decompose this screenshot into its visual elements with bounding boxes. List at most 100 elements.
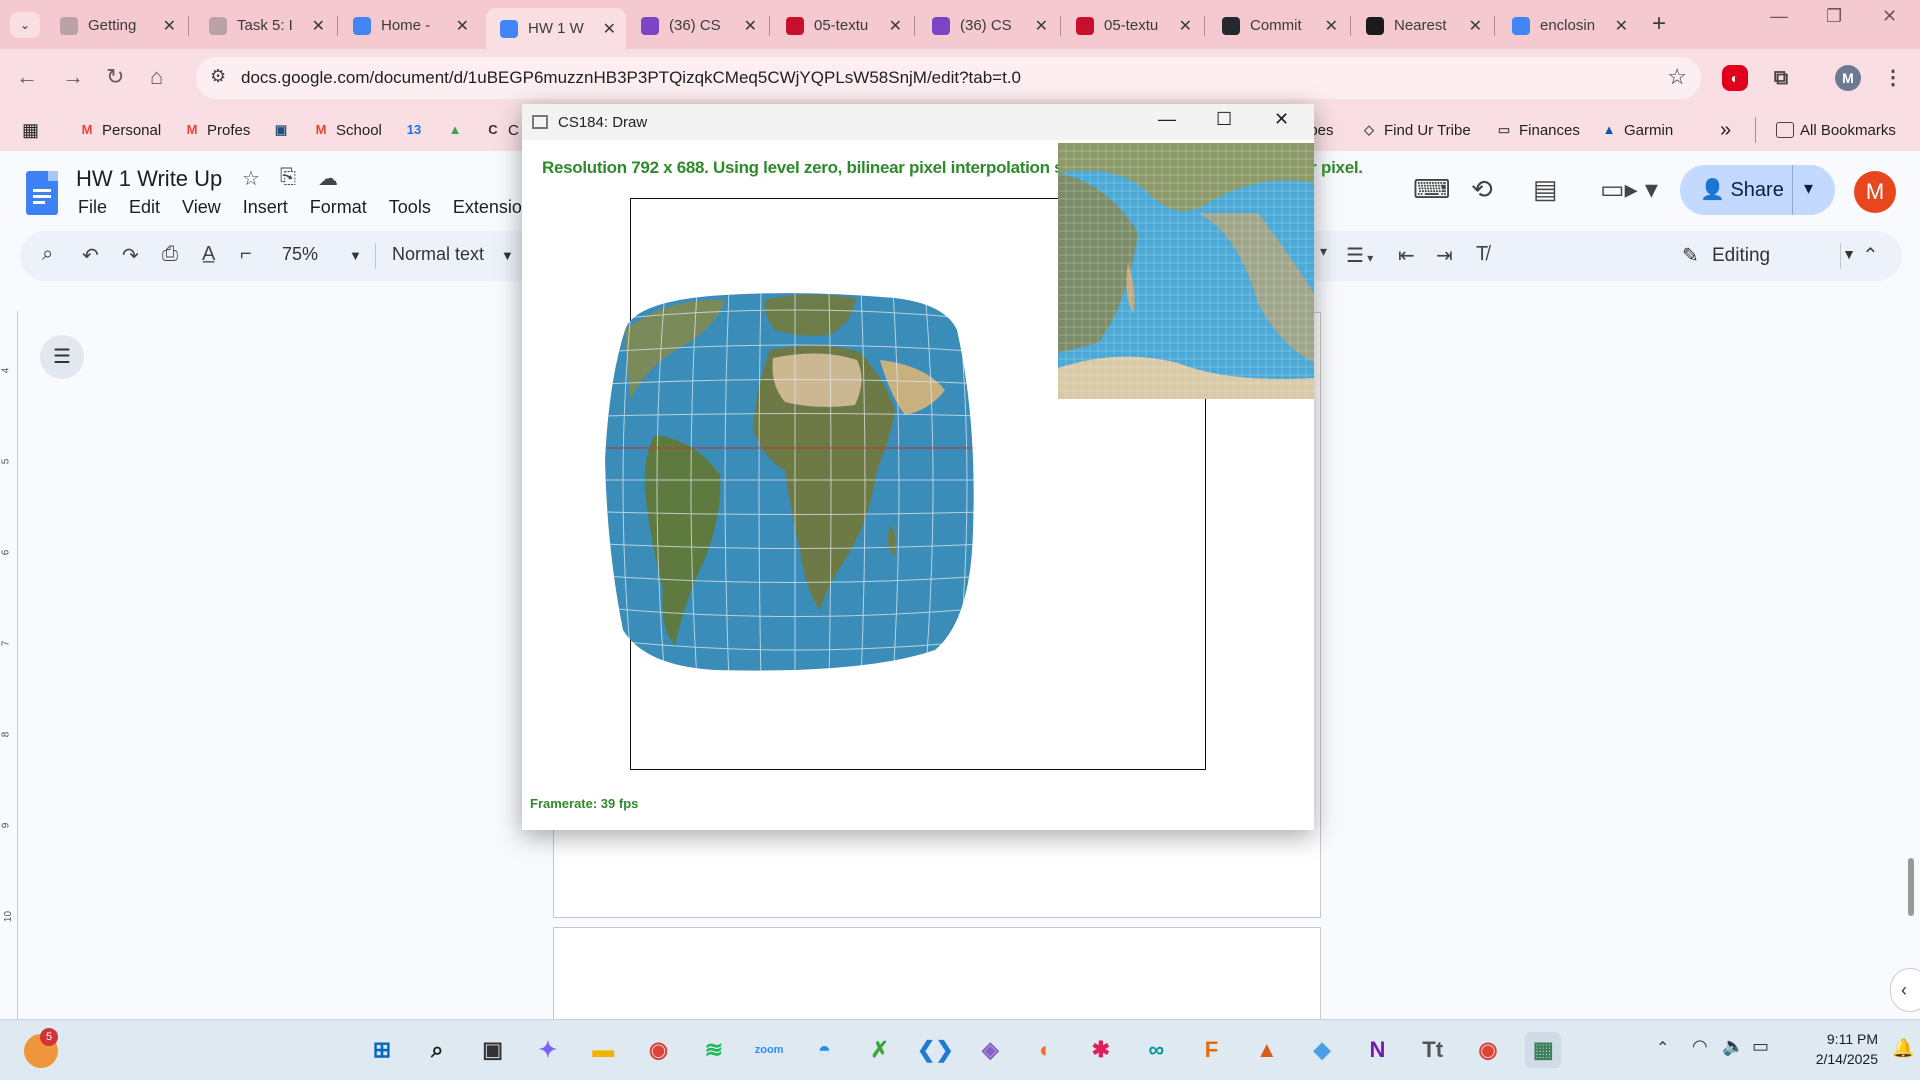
- tab-item[interactable]: enclosin ✕: [1498, 8, 1638, 43]
- draw-canvas[interactable]: Resolution 792 x 688. Using level zero, …: [522, 140, 1363, 830]
- minimize-icon[interactable]: —: [1158, 109, 1176, 130]
- forward-icon[interactable]: →: [62, 64, 84, 90]
- docs-logo-icon[interactable]: [26, 171, 58, 215]
- tab-item[interactable]: (36) CS ✕: [627, 8, 767, 43]
- clear-formatting-icon[interactable]: T̸: [1476, 243, 1488, 266]
- close-window-icon[interactable]: ✕: [1882, 6, 1897, 27]
- task-view-icon[interactable]: ▣: [475, 1032, 511, 1068]
- paragraph-style-select[interactable]: Normal text ▼: [392, 244, 514, 265]
- onenote-icon[interactable]: N: [1359, 1032, 1395, 1068]
- matlab-icon[interactable]: ▲: [1249, 1032, 1285, 1068]
- menu-view[interactable]: View: [182, 197, 221, 218]
- menu-file[interactable]: File: [78, 197, 107, 218]
- arduino-icon[interactable]: ∞: [1138, 1032, 1174, 1068]
- menu-format[interactable]: Format: [310, 197, 367, 218]
- tab-item[interactable]: 05-textu ✕: [772, 8, 912, 43]
- bookmark-item[interactable]: ◇ Find Ur Tribe: [1360, 117, 1471, 143]
- slack-icon[interactable]: ✱: [1083, 1032, 1119, 1068]
- menu-edit[interactable]: Edit: [129, 197, 160, 218]
- document-outline-button[interactable]: ☰: [40, 335, 84, 379]
- tab-item[interactable]: (36) CS ✕: [918, 8, 1058, 43]
- close-tab-icon[interactable]: ✕: [603, 19, 616, 39]
- extensions-puzzle-icon[interactable]: ⧉: [1768, 65, 1794, 91]
- fm-icon[interactable]: F: [1194, 1032, 1230, 1068]
- bookmark-item[interactable]: ▭ Finances: [1495, 117, 1580, 143]
- version-history-icon[interactable]: ⟲: [1471, 174, 1493, 205]
- zoom-select[interactable]: 75% ▼: [282, 244, 362, 265]
- xming-icon[interactable]: ✗: [862, 1032, 898, 1068]
- bookmark-item[interactable]: M Personal: [78, 117, 162, 143]
- comments-icon[interactable]: ▤: [1533, 174, 1558, 205]
- tab-item[interactable]: Nearest ✕: [1352, 8, 1492, 43]
- scrollbar-thumb[interactable]: [1908, 858, 1914, 916]
- numbered-list-icon[interactable]: ☰ ▾: [1346, 243, 1373, 268]
- close-tab-icon[interactable]: ✕: [456, 16, 469, 36]
- move-folder-icon[interactable]: ⎘: [280, 166, 296, 189]
- bookmark-item[interactable]: CC: [484, 117, 519, 143]
- bell-icon[interactable]: 🔔: [1892, 1038, 1914, 1059]
- bookmark-item[interactable]: M School: [312, 117, 382, 143]
- tab-item[interactable]: Commit ✕: [1208, 8, 1348, 43]
- all-bookmarks-button[interactable]: All Bookmarks: [1755, 117, 1896, 143]
- browser-menu-icon[interactable]: ⋮: [1880, 65, 1906, 91]
- spotify-icon[interactable]: ≋: [696, 1032, 732, 1068]
- editing-mode-select[interactable]: ✎ Editing ▼: [1660, 237, 1860, 275]
- back-icon[interactable]: ←: [16, 64, 38, 90]
- close-icon[interactable]: ✕: [1274, 109, 1289, 130]
- bookmark-item[interactable]: 13: [405, 117, 429, 143]
- bookmark-item[interactable]: ▲ Garmin: [1600, 117, 1674, 143]
- tab-item[interactable]: HW 1 W ✕: [486, 8, 626, 49]
- start-icon[interactable]: ⊞: [364, 1032, 400, 1068]
- url-text[interactable]: docs.google.com/document/d/1uBEGP6muzznH…: [241, 68, 1021, 88]
- tab-item[interactable]: Home - ✕: [339, 8, 479, 43]
- battery-icon[interactable]: ▭: [1752, 1036, 1769, 1057]
- bookmark-star-icon[interactable]: ☆: [1667, 64, 1687, 90]
- draw-window-titlebar[interactable]: CS184: Draw — ☐ ✕: [522, 104, 1314, 140]
- close-tab-icon[interactable]: ✕: [1469, 16, 1482, 36]
- search-icon[interactable]: ⌕: [419, 1032, 455, 1068]
- font-app-icon[interactable]: Tt: [1415, 1032, 1451, 1068]
- star-icon[interactable]: ☆: [242, 166, 260, 191]
- maximize-icon[interactable]: ☐: [1216, 109, 1232, 130]
- decrease-indent-icon[interactable]: ⇤: [1398, 243, 1415, 268]
- bookmark-item[interactable]: ▣: [272, 117, 296, 143]
- checklist-caret-icon[interactable]: ▾: [1320, 243, 1327, 260]
- close-tab-icon[interactable]: ✕: [163, 16, 176, 36]
- file-explorer-icon[interactable]: ▬: [585, 1032, 621, 1068]
- address-bar[interactable]: ⚙ docs.google.com/document/d/1uBEGP6muzz…: [196, 57, 1701, 99]
- redo-icon[interactable]: ↷: [122, 243, 139, 268]
- menu-insert[interactable]: Insert: [243, 197, 288, 218]
- minimize-icon[interactable]: —: [1770, 6, 1788, 27]
- share-dropdown-icon[interactable]: ▾: [1804, 178, 1813, 199]
- profile-avatar[interactable]: M: [1835, 65, 1861, 91]
- close-tab-icon[interactable]: ✕: [889, 16, 902, 36]
- paint-format-icon[interactable]: ⌐: [240, 243, 252, 266]
- increase-indent-icon[interactable]: ⇥: [1436, 243, 1453, 268]
- side-panel-toggle[interactable]: ‹: [1890, 968, 1920, 1012]
- more-bookmarks-button[interactable]: »: [1720, 117, 1731, 143]
- close-tab-icon[interactable]: ✕: [744, 16, 757, 36]
- restore-icon[interactable]: ❐: [1826, 6, 1842, 27]
- gemini-icon[interactable]: ⌨: [1413, 174, 1451, 205]
- chrome-profile-icon[interactable]: ◉: [1470, 1032, 1506, 1068]
- wifi-icon[interactable]: ◠: [1692, 1036, 1708, 1057]
- bookmark-item[interactable]: M Profes: [183, 117, 251, 143]
- tab-item[interactable]: 05-textu ✕: [1062, 8, 1202, 43]
- tray-overflow-icon[interactable]: ⌃: [1656, 1038, 1669, 1058]
- hide-menus-icon[interactable]: ⌃: [1862, 243, 1879, 268]
- close-tab-icon[interactable]: ✕: [1035, 16, 1048, 36]
- draw-app-icon[interactable]: ▦: [1525, 1032, 1562, 1068]
- close-tab-icon[interactable]: ✕: [1179, 16, 1192, 36]
- reload-icon[interactable]: ↻: [106, 64, 124, 90]
- tab-item[interactable]: Getting ✕: [46, 8, 186, 43]
- undo-icon[interactable]: ↶: [82, 243, 99, 268]
- docker-icon[interactable]: ◓: [806, 1032, 842, 1068]
- document-title[interactable]: HW 1 Write Up: [76, 166, 222, 192]
- share-button[interactable]: 👤 Share ▾: [1680, 165, 1835, 215]
- close-tab-icon[interactable]: ✕: [312, 16, 325, 36]
- app-icon[interactable]: ◐: [1028, 1032, 1064, 1068]
- clock-time[interactable]: 9:11 PM: [1808, 1031, 1878, 1047]
- home-icon[interactable]: ⌂: [150, 64, 163, 90]
- copilot-icon[interactable]: ✦: [530, 1032, 566, 1068]
- cloud-saved-icon[interactable]: ☁: [318, 166, 338, 191]
